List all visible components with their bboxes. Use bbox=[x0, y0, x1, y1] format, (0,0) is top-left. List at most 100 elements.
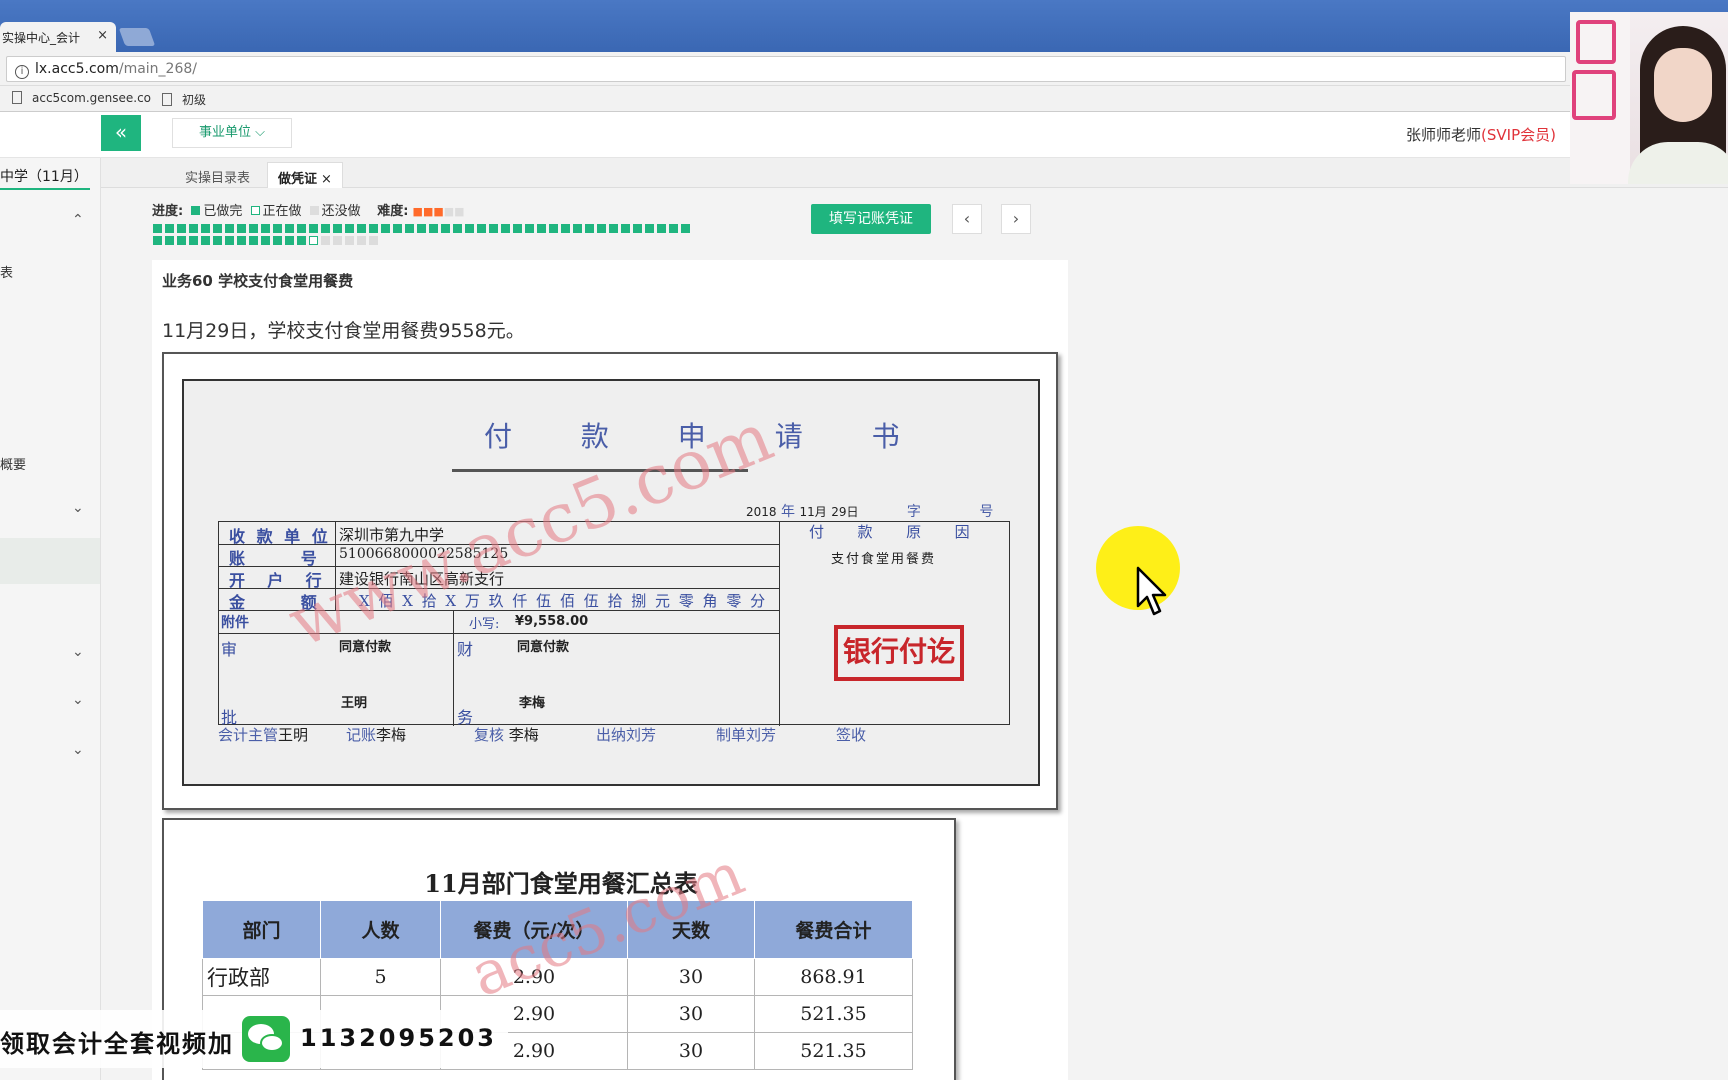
unit-type-select[interactable]: 事业单位 ⌵ bbox=[172, 118, 292, 148]
progress-cell[interactable] bbox=[177, 224, 186, 233]
chevron-down-icon[interactable]: ⌄ bbox=[72, 500, 84, 516]
progress-cell[interactable] bbox=[261, 224, 270, 233]
url-host: lx.acc5.com bbox=[35, 61, 119, 77]
progress-cell[interactable] bbox=[441, 224, 450, 233]
sidebar-item-active[interactable] bbox=[0, 538, 100, 584]
progress-cell[interactable] bbox=[153, 236, 162, 245]
progress-cell[interactable] bbox=[333, 236, 342, 245]
info-icon[interactable]: i bbox=[15, 65, 29, 79]
progress-cell[interactable] bbox=[477, 224, 486, 233]
progress-cell[interactable] bbox=[609, 224, 618, 233]
chevron-down-icon[interactable]: ⌄ bbox=[72, 692, 84, 708]
progress-cell[interactable] bbox=[225, 236, 234, 245]
presenter-face bbox=[1654, 48, 1712, 122]
progress-cell[interactable] bbox=[621, 224, 630, 233]
sidebar-item[interactable]: 概要 bbox=[0, 454, 26, 473]
promo-text: 领取会计全套视频加 bbox=[0, 1030, 234, 1058]
progress-cell[interactable] bbox=[345, 236, 354, 245]
progress-cell[interactable] bbox=[213, 224, 222, 233]
progress-cell[interactable] bbox=[513, 224, 522, 233]
progress-cell[interactable] bbox=[525, 224, 534, 233]
progress-cell[interactable] bbox=[189, 224, 198, 233]
progress-cell[interactable] bbox=[165, 236, 174, 245]
tab-catalog[interactable]: 实操目录表 bbox=[175, 162, 260, 188]
progress-cell[interactable] bbox=[585, 224, 594, 233]
progress-cell[interactable] bbox=[657, 224, 666, 233]
chevron-down-icon[interactable]: ⌄ bbox=[72, 742, 84, 758]
sidebar-item[interactable]: 表 bbox=[0, 262, 13, 281]
app-header: « 事业单位 ⌵ 张师师老师(SVIP会员) bbox=[0, 112, 1728, 158]
progress-cell[interactable] bbox=[597, 224, 606, 233]
progress-cell[interactable] bbox=[177, 236, 186, 245]
progress-cell[interactable] bbox=[333, 224, 342, 233]
progress-cell[interactable] bbox=[201, 236, 210, 245]
progress-cell[interactable] bbox=[237, 224, 246, 233]
prev-button[interactable]: ‹ bbox=[952, 204, 982, 234]
bookmark-item[interactable]: acc5com.gensee.co bbox=[12, 91, 151, 105]
bookmark-item[interactable]: 初级 bbox=[162, 91, 206, 108]
sig-name: 李梅 bbox=[508, 726, 539, 744]
column-header: 餐费合计 bbox=[754, 900, 913, 959]
progress-cell[interactable] bbox=[465, 224, 474, 233]
progress-cell[interactable] bbox=[249, 236, 258, 245]
progress-cell[interactable] bbox=[633, 224, 642, 233]
browser-tab-title: 实操中心_会计 bbox=[2, 31, 81, 45]
progress-cell[interactable] bbox=[225, 224, 234, 233]
progress-cell[interactable] bbox=[249, 224, 258, 233]
collapse-sidebar-button[interactable]: « bbox=[101, 115, 141, 151]
progress-cell[interactable] bbox=[153, 224, 162, 233]
progress-cell[interactable] bbox=[681, 224, 690, 233]
table-cell: 行政部 bbox=[202, 958, 321, 996]
progress-cell[interactable] bbox=[297, 224, 306, 233]
progress-cell[interactable] bbox=[549, 224, 558, 233]
progress-cell[interactable] bbox=[489, 224, 498, 233]
tab-voucher[interactable]: 做凭证 × bbox=[267, 162, 343, 188]
webcam-overlay bbox=[1570, 12, 1728, 184]
progress-cell[interactable] bbox=[213, 236, 222, 245]
progress-cell[interactable] bbox=[165, 224, 174, 233]
sidebar-title[interactable]: 中学（11月） bbox=[0, 158, 90, 190]
progress-cell[interactable] bbox=[285, 236, 294, 245]
progress-cell[interactable] bbox=[357, 236, 366, 245]
url-input[interactable]: i lx.acc5.com/main_268/ bbox=[6, 56, 1566, 82]
progress-cell[interactable] bbox=[261, 236, 270, 245]
close-icon[interactable]: × bbox=[321, 172, 332, 187]
progress-cell[interactable] bbox=[645, 224, 654, 233]
signature-bookkeeper: 记账李梅 bbox=[346, 724, 406, 745]
progress-cell[interactable] bbox=[573, 224, 582, 233]
progress-cell[interactable] bbox=[537, 224, 546, 233]
progress-cell[interactable] bbox=[321, 236, 330, 245]
chevron-up-icon[interactable]: ⌃ bbox=[72, 212, 84, 228]
progress-cell[interactable] bbox=[453, 224, 462, 233]
progress-cell[interactable] bbox=[357, 224, 366, 233]
progress-cell[interactable] bbox=[561, 224, 570, 233]
progress-cell[interactable] bbox=[369, 236, 378, 245]
progress-cell[interactable] bbox=[501, 224, 510, 233]
close-icon[interactable]: × bbox=[97, 28, 108, 43]
progress-cell[interactable] bbox=[273, 224, 282, 233]
chevron-down-icon[interactable]: ⌄ bbox=[72, 644, 84, 660]
progress-cell[interactable] bbox=[405, 224, 414, 233]
progress-cell[interactable] bbox=[369, 224, 378, 233]
progress-cell[interactable] bbox=[321, 224, 330, 233]
progress-cell[interactable] bbox=[669, 224, 678, 233]
progress-cell[interactable] bbox=[393, 224, 402, 233]
progress-cell[interactable] bbox=[309, 224, 318, 233]
user-info[interactable]: 张师师老师(SVIP会员) bbox=[1406, 124, 1556, 145]
browser-tab[interactable]: 实操中心_会计 × bbox=[0, 22, 116, 52]
next-button[interactable]: › bbox=[1001, 204, 1031, 234]
signature-preparer: 制单刘芳 bbox=[716, 724, 776, 745]
progress-cell[interactable] bbox=[285, 224, 294, 233]
progress-cell[interactable] bbox=[345, 224, 354, 233]
progress-cell[interactable] bbox=[189, 236, 198, 245]
progress-cell[interactable] bbox=[237, 236, 246, 245]
progress-cell[interactable] bbox=[309, 236, 318, 245]
fill-voucher-button[interactable]: 填写记账凭证 bbox=[811, 204, 931, 234]
progress-cell[interactable] bbox=[381, 224, 390, 233]
progress-cell[interactable] bbox=[201, 224, 210, 233]
progress-cell[interactable] bbox=[417, 224, 426, 233]
progress-cell[interactable] bbox=[429, 224, 438, 233]
new-tab-button[interactable] bbox=[118, 28, 156, 46]
progress-cell[interactable] bbox=[273, 236, 282, 245]
progress-cell[interactable] bbox=[297, 236, 306, 245]
